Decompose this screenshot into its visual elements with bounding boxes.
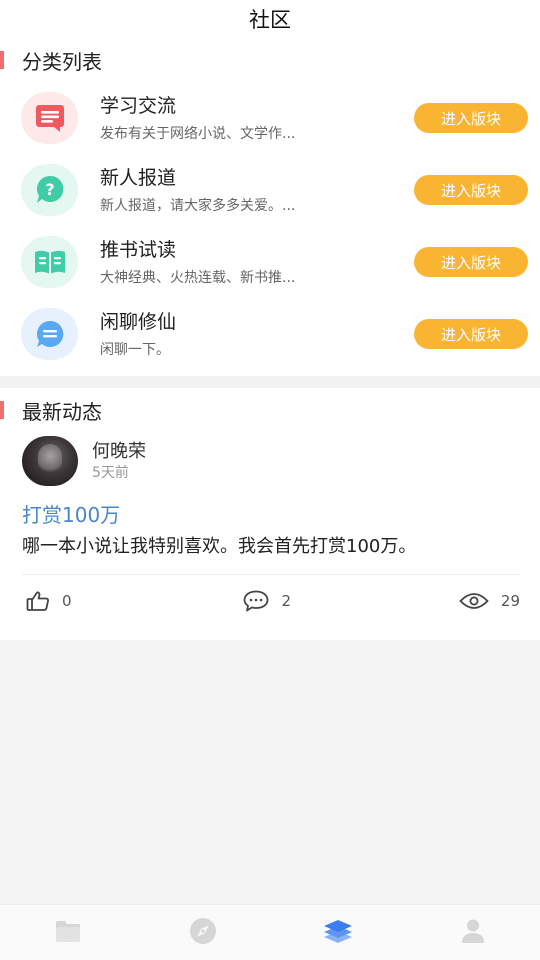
category-text: 推书试读 大神经典、火热连载、新书推... (100, 237, 414, 287)
category-desc: 闲聊一下。 (100, 342, 170, 358)
category-name: 推书试读 (100, 239, 177, 261)
section-divider (0, 376, 540, 388)
book-icon (21, 236, 78, 288)
category-name: 新人报道 (100, 167, 177, 189)
category-text: 学习交流 发布有关于网络小说、文学作... (100, 93, 414, 143)
community-layers-icon (322, 917, 354, 949)
category-text: 闲聊修仙 闲聊一下。 (100, 309, 414, 359)
category-section-header: 分类列表 (0, 38, 540, 82)
svg-text:?: ? (45, 180, 54, 199)
post-author: 何晚荣 5天前 (22, 432, 520, 490)
enter-section-button[interactable]: 进入版块 (414, 319, 528, 349)
category-desc: 大神经典、火热连载、新书推... (100, 270, 296, 286)
category-text: 新人报道 新人报道，请大家多多关爱。... (100, 165, 414, 215)
category-item-chat[interactable]: 闲聊修仙 闲聊一下。 进入版块 (0, 298, 540, 370)
post-body[interactable]: 哪一本小说让我特别喜欢。我会首先打赏100万。 (22, 534, 520, 560)
feed-section-header: 最新动态 (0, 388, 540, 432)
top-area: 社区 分类列表 学习交流 发布有关于网络小说、文学作... 进入版块 ? 新人报… (0, 0, 540, 376)
like-stat[interactable]: 0 (26, 590, 243, 612)
header: 社区 (0, 0, 540, 38)
comment-count: 2 (281, 591, 291, 610)
author-name[interactable]: 何晚荣 (92, 440, 146, 464)
compass-icon (189, 917, 217, 949)
question-icon: ? (21, 164, 78, 216)
category-item-recommend[interactable]: 推书试读 大神经典、火热连载、新书推... 进入版块 (0, 226, 540, 298)
tab-discover[interactable] (135, 905, 270, 960)
enter-section-button[interactable]: 进入版块 (414, 247, 528, 277)
view-count: 29 (500, 591, 520, 610)
eye-icon (459, 591, 489, 611)
avatar[interactable] (22, 436, 78, 486)
author-meta: 何晚荣 5天前 (92, 440, 146, 482)
bookshelf-icon (55, 919, 81, 947)
tab-bookshelf[interactable] (0, 905, 135, 960)
post-card[interactable]: 何晚荣 5天前 打赏100万 哪一本小说让我特别喜欢。我会首先打赏100万。 0 (0, 432, 540, 626)
page-title: 社区 (249, 8, 291, 32)
latest-feed: 最新动态 何晚荣 5天前 打赏100万 哪一本小说让我特别喜欢。我会首先打赏10… (0, 388, 540, 640)
enter-section-button[interactable]: 进入版块 (414, 103, 528, 133)
category-item-study[interactable]: 学习交流 发布有关于网络小说、文学作... 进入版块 (0, 82, 540, 154)
category-item-newcomer[interactable]: ? 新人报道 新人报道，请大家多多关爱。... 进入版块 (0, 154, 540, 226)
category-desc: 新人报道，请大家多多关爱。... (100, 198, 296, 214)
category-name: 学习交流 (100, 95, 177, 117)
document-icon (21, 92, 78, 144)
view-stat: 29 (459, 591, 520, 611)
thumbs-up-icon[interactable] (26, 590, 50, 612)
tab-profile[interactable] (405, 905, 540, 960)
category-list: 学习交流 发布有关于网络小说、文学作... 进入版块 ? 新人报道 新人报道，请… (0, 82, 540, 376)
post-time: 5天前 (92, 465, 129, 481)
comment-icon[interactable] (243, 590, 269, 612)
like-count: 0 (62, 591, 72, 610)
section-accent-bar (0, 401, 4, 419)
bottom-tab-bar (0, 904, 540, 960)
chat-icon (21, 308, 78, 360)
profile-icon (461, 918, 485, 948)
section-accent-bar (0, 51, 4, 69)
category-name: 闲聊修仙 (100, 311, 177, 333)
comment-stat[interactable]: 2 (243, 590, 458, 612)
category-section-title: 分类列表 (22, 49, 102, 74)
post-title[interactable]: 打赏100万 (22, 502, 520, 528)
tab-community[interactable] (270, 905, 405, 960)
post-stats: 0 2 29 (22, 574, 520, 626)
enter-section-button[interactable]: 进入版块 (414, 175, 528, 205)
feed-section-title: 最新动态 (22, 399, 102, 424)
category-desc: 发布有关于网络小说、文学作... (100, 126, 296, 142)
